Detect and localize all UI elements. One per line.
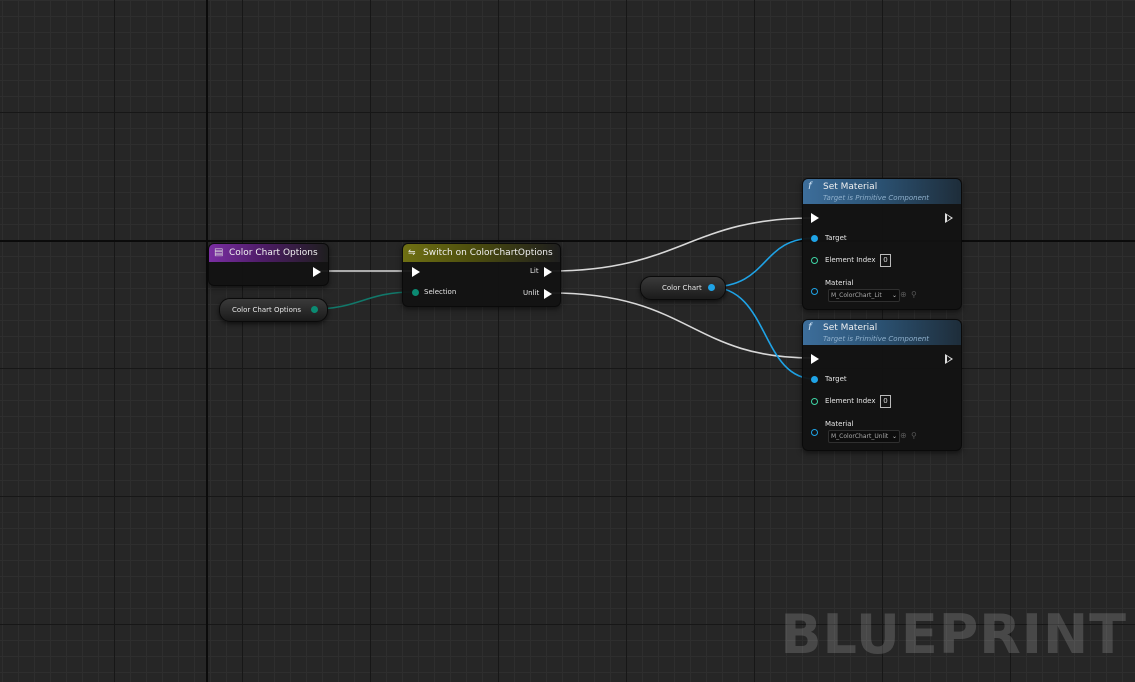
enum-variable-node[interactable]: Color Chart Options	[219, 298, 328, 322]
material-pin-1[interactable]	[811, 288, 818, 295]
object-wire-color-chart-to-target-2[interactable]	[709, 286, 816, 380]
wire-layer	[312, 217, 816, 380]
arrow-circle-icon[interactable]: ⊕	[900, 290, 907, 300]
target-pin-1[interactable]	[811, 235, 818, 242]
material-value-1: M_ColorChart_Lit	[831, 292, 882, 299]
selection-label: Selection	[424, 288, 457, 296]
switch-node[interactable]: ⇋ Switch on ColorChartOptions Lit Select…	[402, 243, 561, 307]
target-pin-2[interactable]	[811, 376, 818, 383]
switch-header: ⇋ Switch on ColorChartOptions	[403, 244, 560, 262]
element-index-pin-1[interactable]	[811, 257, 818, 264]
enum-event-node[interactable]: ▤ Color Chart Options	[208, 243, 329, 286]
function-icon: f	[808, 181, 812, 192]
function-icon: f	[808, 322, 812, 333]
search-icon[interactable]: ⚲	[911, 431, 917, 441]
exec-output-pin-2[interactable]	[945, 354, 953, 364]
target-label-1: Target	[825, 234, 847, 242]
material-value-2: M_ColorChart_Unlit	[831, 433, 889, 440]
switch-icon: ⇋	[408, 248, 416, 258]
set-material-node-2[interactable]: f Set Material Target is Primitive Compo…	[802, 319, 962, 451]
enum-icon: ▤	[214, 247, 224, 258]
material-pin-2[interactable]	[811, 429, 818, 436]
color-chart-variable-node[interactable]: Color Chart	[640, 276, 726, 300]
material-label-1: Material	[825, 279, 854, 287]
set-material-node-1[interactable]: f Set Material Target is Primitive Compo…	[802, 178, 962, 310]
unlit-label: Unlit	[523, 289, 540, 297]
set-material-header-1: f Set Material Target is Primitive Compo…	[803, 179, 961, 204]
exec-input-pin-2[interactable]	[811, 354, 819, 364]
element-index-input-2[interactable]: 0	[880, 395, 891, 408]
selection-input-pin[interactable]	[412, 289, 419, 296]
exec-input-pin[interactable]	[412, 267, 420, 277]
enum-wire-var-to-selection[interactable]	[312, 291, 415, 310]
element-index-label-2: Element Index	[825, 397, 876, 405]
set-material-subtitle-1: Target is Primitive Component	[823, 194, 930, 202]
element-index-pin-2[interactable]	[811, 398, 818, 405]
element-index-input-1[interactable]: 0	[880, 254, 891, 267]
lit-output-pin[interactable]	[544, 267, 552, 277]
lit-label: Lit	[530, 267, 539, 275]
target-label-2: Target	[825, 375, 847, 383]
arrow-circle-icon[interactable]: ⊕	[900, 431, 907, 441]
material-label-2: Material	[825, 420, 854, 428]
exec-input-pin-1[interactable]	[811, 213, 819, 223]
set-material-title-1: Set Material	[823, 182, 878, 192]
chevron-down-icon: ⌄	[891, 433, 897, 440]
enum-event-title: Color Chart Options	[229, 248, 318, 258]
set-material-subtitle-2: Target is Primitive Component	[823, 335, 930, 343]
material-dropdown-2[interactable]: M_ColorChart_Unlit ⌄	[828, 430, 900, 443]
material-dropdown-1[interactable]: M_ColorChart_Lit ⌄	[828, 289, 900, 302]
color-chart-variable-label: Color Chart	[662, 284, 702, 292]
color-chart-output-pin[interactable]	[708, 284, 715, 291]
object-wire-color-chart-to-target-1[interactable]	[709, 237, 816, 288]
unlit-output-pin[interactable]	[544, 289, 552, 299]
set-material-header-2: f Set Material Target is Primitive Compo…	[803, 320, 961, 345]
switch-title: Switch on ColorChartOptions	[423, 248, 553, 258]
exec-output-pin[interactable]	[313, 267, 321, 277]
enum-output-pin[interactable]	[311, 306, 318, 313]
exec-output-pin-1[interactable]	[945, 213, 953, 223]
enum-variable-label: Color Chart Options	[232, 306, 301, 314]
set-material-title-2: Set Material	[823, 323, 878, 333]
blueprint-watermark: BLUEPRINT	[780, 603, 1127, 666]
element-index-label-1: Element Index	[825, 256, 876, 264]
enum-event-header: ▤ Color Chart Options	[209, 244, 328, 262]
chevron-down-icon: ⌄	[891, 292, 897, 299]
search-icon[interactable]: ⚲	[911, 290, 917, 300]
exec-wire-lit-to-set-material[interactable]	[550, 217, 813, 272]
